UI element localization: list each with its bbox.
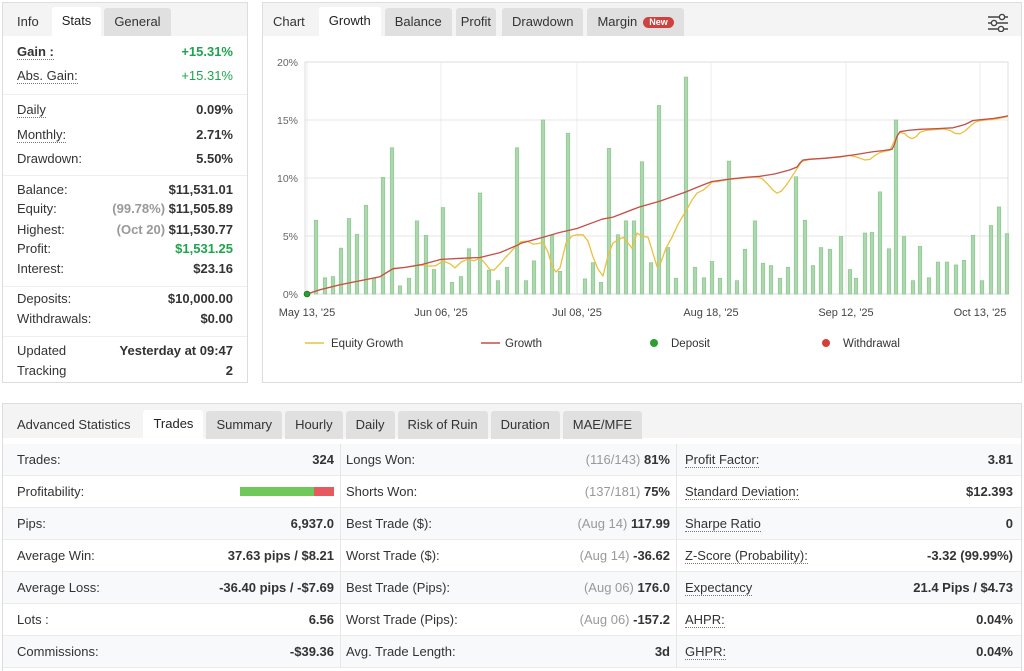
svg-text:15%: 15% [277,115,298,127]
svg-text:May 13, '25: May 13, '25 [279,307,336,319]
svg-text:Deposit: Deposit [671,338,711,350]
svg-text:Aug 18, '25: Aug 18, '25 [683,307,738,319]
svg-text:Jun 06, '25: Jun 06, '25 [414,307,467,319]
svg-text:Sep 12, '25: Sep 12, '25 [818,307,873,319]
svg-text:10%: 10% [277,173,298,185]
svg-text:5%: 5% [283,231,298,243]
svg-text:Oct 13, '25: Oct 13, '25 [954,307,1007,319]
svg-text:Equity Growth: Equity Growth [331,338,403,350]
svg-text:Jul 08, '25: Jul 08, '25 [552,307,602,319]
svg-text:Growth: Growth [505,338,542,350]
svg-text:20%: 20% [277,57,298,69]
svg-text:0%: 0% [283,289,298,301]
svg-text:Withdrawal: Withdrawal [843,338,900,350]
